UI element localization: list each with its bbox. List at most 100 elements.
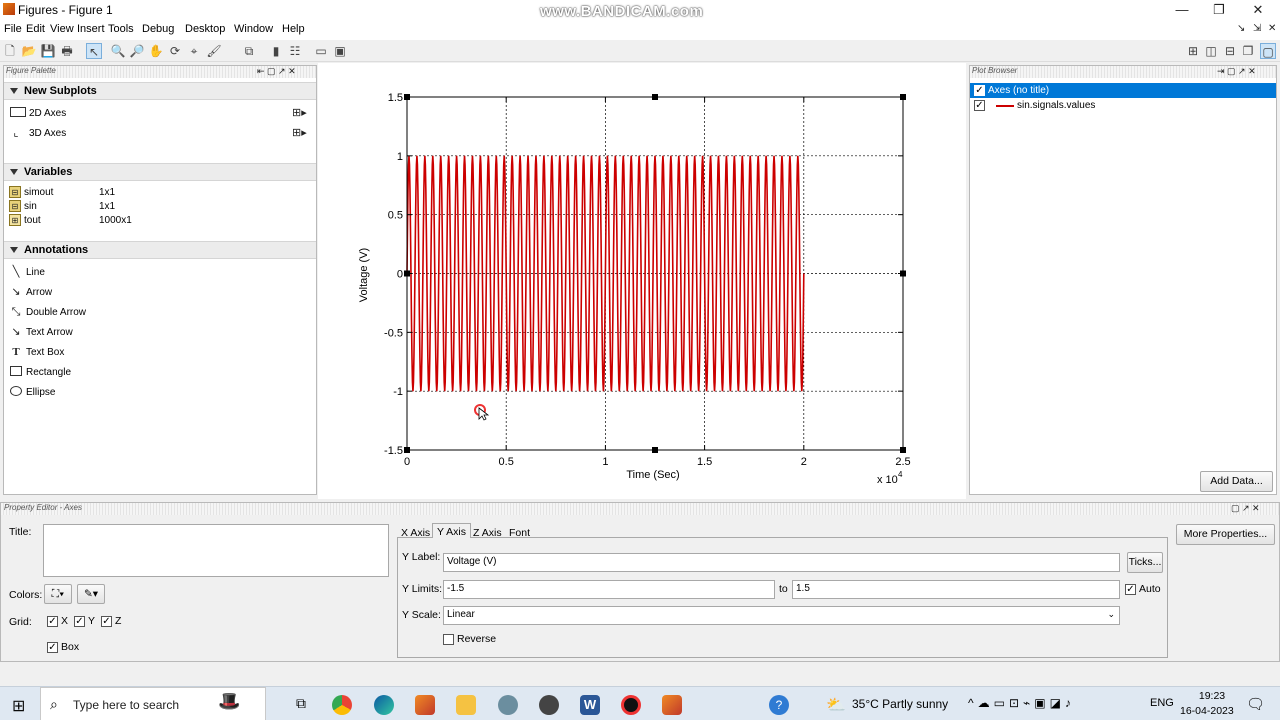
- palette-controls[interactable]: ⇤ ▢ ↗ ✕: [257, 66, 296, 77]
- matlab-icon[interactable]: [662, 695, 682, 715]
- variable-name[interactable]: sin: [24, 201, 37, 212]
- data-cursor-icon[interactable]: ⌖: [186, 43, 202, 59]
- language-indicator[interactable]: ENG: [1150, 697, 1174, 709]
- chart-svg[interactable]: 0 0.5 1 1.5 2 2.5 1.5 1 0.5 0 -0.5 -1 -1.5 Voltage (…: [318, 63, 966, 499]
- weather-text[interactable]: 35°C Partly sunny: [852, 697, 948, 711]
- menu-edit[interactable]: Edit: [26, 23, 45, 35]
- annotation-double-arrow[interactable]: Double Arrow: [26, 307, 86, 318]
- y-scale-select[interactable]: Linear ⌄: [443, 606, 1120, 625]
- close-figure-icon[interactable]: ✕: [1268, 23, 1276, 34]
- undock-icon[interactable]: ↘: [1237, 23, 1245, 34]
- axes-label[interactable]: Axes (no title): [988, 85, 1049, 96]
- pan-icon[interactable]: ✋: [148, 43, 164, 59]
- legend-icon[interactable]: ☷: [287, 43, 303, 59]
- system-tray-icons[interactable]: ^☁▭⊡⌁▣◪♪: [968, 696, 1075, 710]
- tab-x-axis[interactable]: X Axis: [398, 525, 433, 541]
- edit-plot-arrow-icon[interactable]: ↖: [86, 43, 102, 59]
- selection-handle[interactable]: [652, 447, 658, 453]
- grid-layout-icon[interactable]: ⊞▸: [292, 107, 307, 119]
- selection-handle[interactable]: [404, 447, 410, 453]
- y-axis-label[interactable]: Voltage (V): [358, 248, 370, 302]
- menu-window[interactable]: Window: [234, 23, 273, 35]
- grid-z-checkbox[interactable]: ✓: [101, 616, 112, 627]
- figure-canvas[interactable]: 0 0.5 1 1.5 2 2.5 1.5 1 0.5 0 -0.5 -1 -1.5 Voltage (…: [318, 63, 966, 499]
- maximize-button[interactable]: ❐: [1209, 1, 1229, 19]
- zoom-in-icon[interactable]: 🔍: [110, 43, 126, 59]
- clock-date[interactable]: 16-04-2023: [1180, 705, 1234, 717]
- selection-handle[interactable]: [404, 270, 410, 277]
- annotation-line[interactable]: Line: [26, 267, 45, 278]
- hide-plot-tools-icon[interactable]: ▭: [313, 43, 329, 59]
- bandicam-record-icon[interactable]: [621, 695, 641, 715]
- show-plot-tools-icon[interactable]: ▣: [332, 43, 348, 59]
- variable-name[interactable]: simout: [24, 187, 53, 198]
- annotation-arrow[interactable]: Arrow: [26, 287, 52, 298]
- layout-left-right-icon[interactable]: ◫: [1203, 43, 1219, 59]
- add-data-button[interactable]: Add Data...: [1200, 471, 1273, 492]
- link-plot-icon[interactable]: ⧉: [241, 43, 257, 59]
- help-icon[interactable]: ?: [769, 695, 789, 715]
- selection-handle[interactable]: [900, 94, 906, 100]
- grid-y-checkbox[interactable]: ✓: [74, 616, 85, 627]
- variable-name[interactable]: tout: [24, 215, 41, 226]
- annotation-text-box[interactable]: Text Box: [26, 347, 64, 358]
- selection-handle[interactable]: [900, 447, 906, 453]
- print-icon[interactable]: 🖶: [59, 43, 75, 59]
- menu-tools[interactable]: Tools: [108, 23, 134, 35]
- property-editor-controls[interactable]: ▢ ↗ ✕: [1231, 503, 1260, 514]
- minimize-button[interactable]: —: [1172, 1, 1192, 19]
- grid-x-checkbox[interactable]: ✓: [47, 616, 58, 627]
- colorbar-icon[interactable]: ▮: [268, 43, 284, 59]
- tab-z-axis[interactable]: Z Axis: [470, 525, 505, 541]
- menu-debug[interactable]: Debug: [142, 23, 174, 35]
- annotation-ellipse[interactable]: Ellipse: [26, 387, 55, 398]
- app-icon[interactable]: [539, 695, 559, 715]
- save-icon[interactable]: 💾: [40, 43, 56, 59]
- reverse-checkbox[interactable]: [443, 634, 454, 645]
- file-explorer-icon[interactable]: [456, 695, 476, 715]
- tab-y-axis[interactable]: Y Axis: [432, 523, 471, 538]
- task-view-icon[interactable]: ⧉: [291, 695, 311, 715]
- y-limit-min-input[interactable]: -1.5: [443, 580, 775, 599]
- edge-color-button[interactable]: ✎▾: [77, 584, 105, 604]
- layout-top-bottom-icon[interactable]: ⊟: [1222, 43, 1238, 59]
- annotations-header[interactable]: Annotations: [4, 241, 316, 259]
- box-checkbox[interactable]: ✓: [47, 642, 58, 653]
- series-visibility-checkbox[interactable]: ✓: [974, 100, 985, 111]
- new-figure-icon[interactable]: 🗋: [2, 43, 18, 59]
- rotate-3d-icon[interactable]: ⟳: [167, 43, 183, 59]
- fill-color-button[interactable]: ⛶▾: [44, 584, 72, 604]
- selection-handle[interactable]: [652, 94, 658, 100]
- new-subplots-header[interactable]: New Subplots: [4, 82, 316, 100]
- menu-insert[interactable]: Insert: [77, 23, 105, 35]
- title-input[interactable]: [43, 524, 389, 577]
- series-line[interactable]: [406, 155, 805, 392]
- windows-start-icon[interactable]: ⊞: [12, 696, 25, 716]
- brush-icon[interactable]: 🖌: [206, 43, 222, 59]
- annotation-text-arrow[interactable]: Text Arrow: [26, 327, 73, 338]
- series-label[interactable]: sin.signals.values: [1017, 100, 1095, 111]
- clock-time[interactable]: 19:23: [1192, 690, 1232, 702]
- menu-help[interactable]: Help: [282, 23, 305, 35]
- app-icon[interactable]: [498, 695, 518, 715]
- auto-limits-checkbox[interactable]: ✓: [1125, 584, 1136, 595]
- subplot-3d-axes[interactable]: 3D Axes: [29, 128, 66, 139]
- y-limit-max-input[interactable]: 1.5: [792, 580, 1120, 599]
- open-file-icon[interactable]: 📂: [21, 43, 37, 59]
- plot-browser-controls[interactable]: ⇥ ▢ ↗ ✕: [1217, 66, 1256, 77]
- dock-icon[interactable]: ⇲: [1253, 23, 1261, 34]
- variables-header[interactable]: Variables: [4, 163, 316, 181]
- selection-handle[interactable]: [900, 270, 906, 277]
- x-axis-label[interactable]: Time (Sec): [626, 469, 679, 481]
- layout-maximize-icon[interactable]: ▢: [1260, 43, 1276, 59]
- word-icon[interactable]: W: [580, 695, 600, 715]
- menu-view[interactable]: View: [50, 23, 74, 35]
- annotation-rectangle[interactable]: Rectangle: [26, 367, 71, 378]
- notifications-icon[interactable]: 🗨: [1246, 695, 1265, 713]
- menu-desktop[interactable]: Desktop: [185, 23, 225, 35]
- axes-visibility-checkbox[interactable]: ✓: [974, 85, 985, 96]
- menu-file[interactable]: File: [4, 23, 22, 35]
- layout-tile-icon[interactable]: ⊞: [1185, 43, 1201, 59]
- selection-handle[interactable]: [404, 94, 410, 100]
- edge-icon[interactable]: [374, 695, 394, 715]
